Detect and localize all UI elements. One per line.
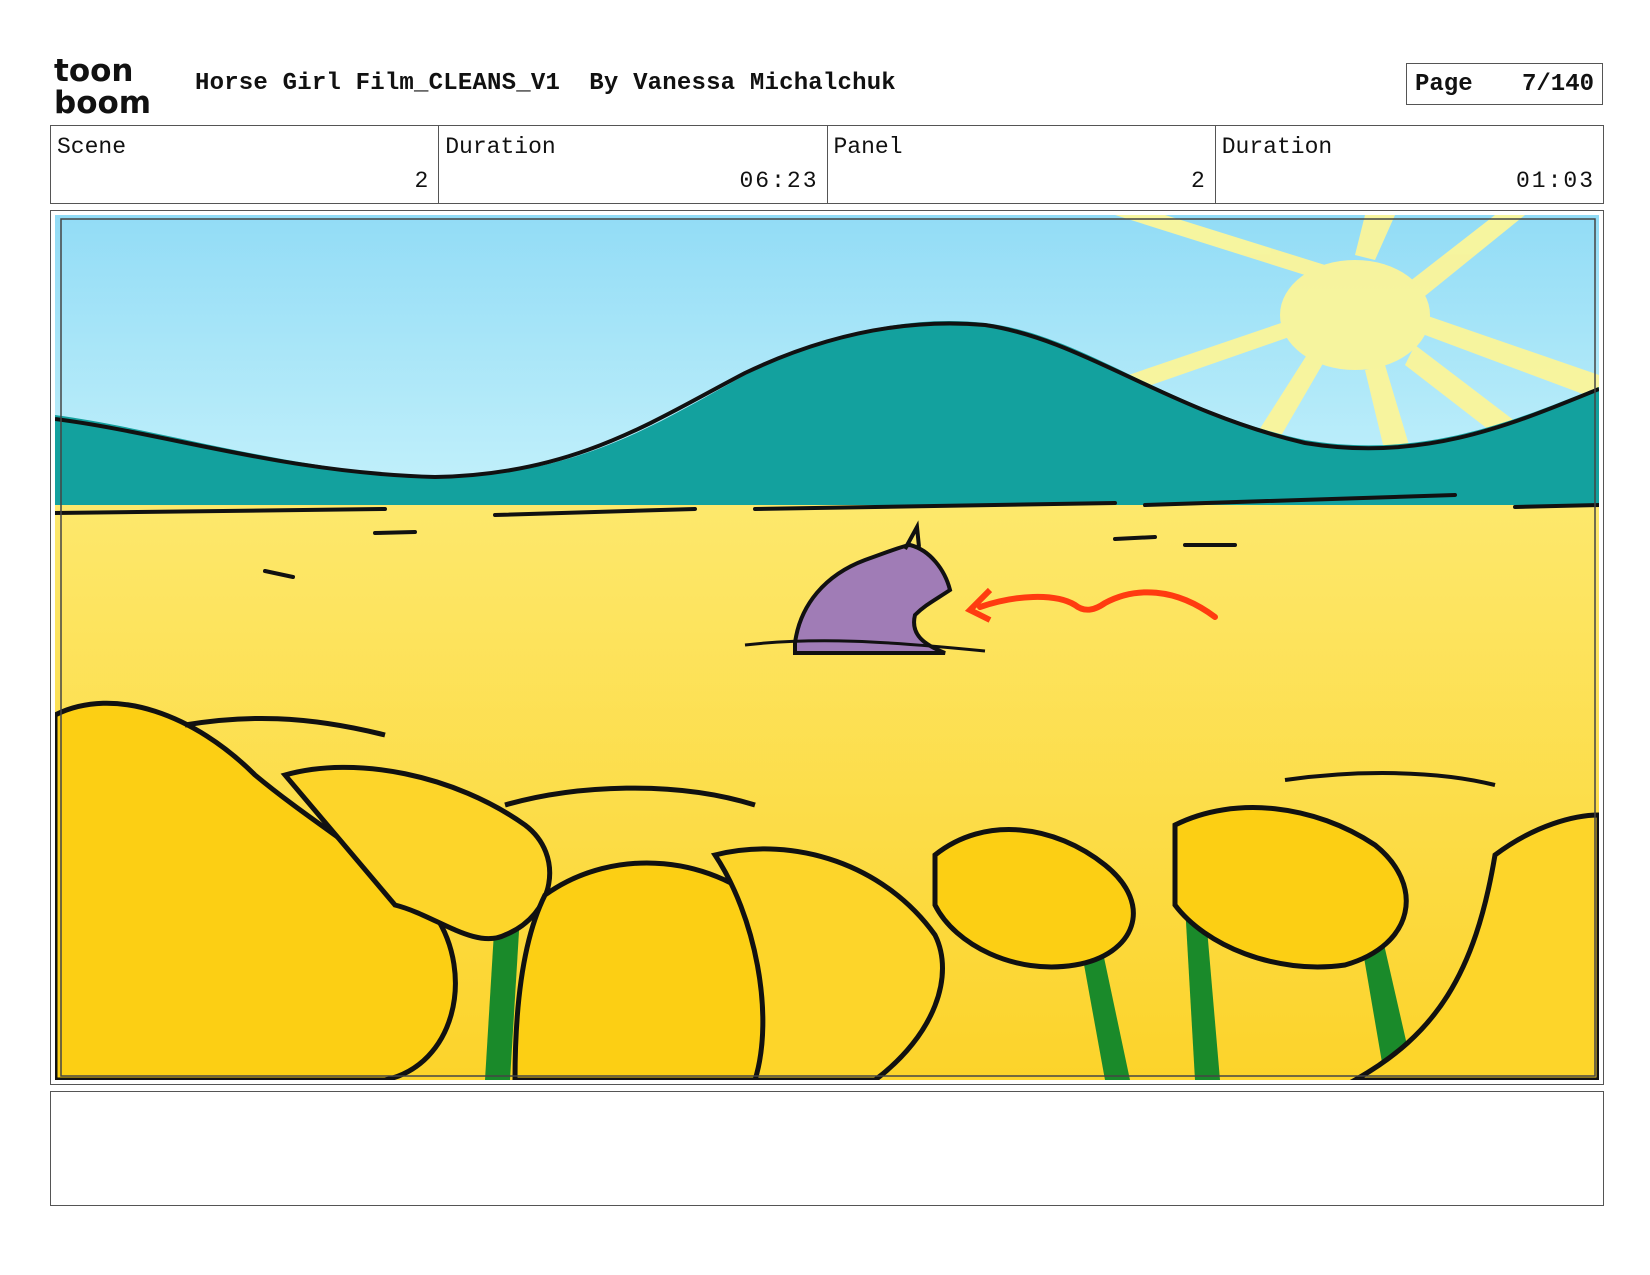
panel-label: Panel [833, 134, 903, 160]
panel-duration-value: 01:03 [1515, 168, 1595, 194]
scene-duration-cell: Duration 06:23 [439, 126, 828, 203]
panel-info-table: Scene 2 Duration 06:23 Panel 2 Duration … [50, 125, 1604, 204]
logo-text-top: toon [54, 54, 133, 89]
panel-duration-label: Duration [1221, 134, 1333, 160]
page-number: 7/140 [1521, 70, 1594, 98]
scene-cell: Scene 2 [51, 126, 440, 203]
scene-duration-label: Duration [445, 134, 556, 160]
scene-value: 2 [414, 168, 431, 194]
toonboom-logo: toon boom [54, 54, 151, 116]
panel-cell: Panel 2 [828, 126, 1216, 203]
scene-duration-value: 06:23 [739, 168, 819, 194]
storyboard-panel [50, 210, 1604, 1085]
storyboard-title: Horse Girl Film_CLEANS_V1 By Vanessa Mic… [195, 70, 896, 97]
panel-drawing [55, 215, 1599, 1080]
panel-value: 2 [1190, 168, 1207, 194]
panel-duration-cell: Duration 01:03 [1216, 126, 1603, 203]
panel-notes[interactable] [50, 1091, 1604, 1206]
scene-label: Scene [57, 134, 127, 160]
logo-text-bottom: boom [54, 85, 151, 116]
page-label: Page [1415, 70, 1473, 98]
page-indicator: Page 7/140 [1406, 63, 1603, 105]
